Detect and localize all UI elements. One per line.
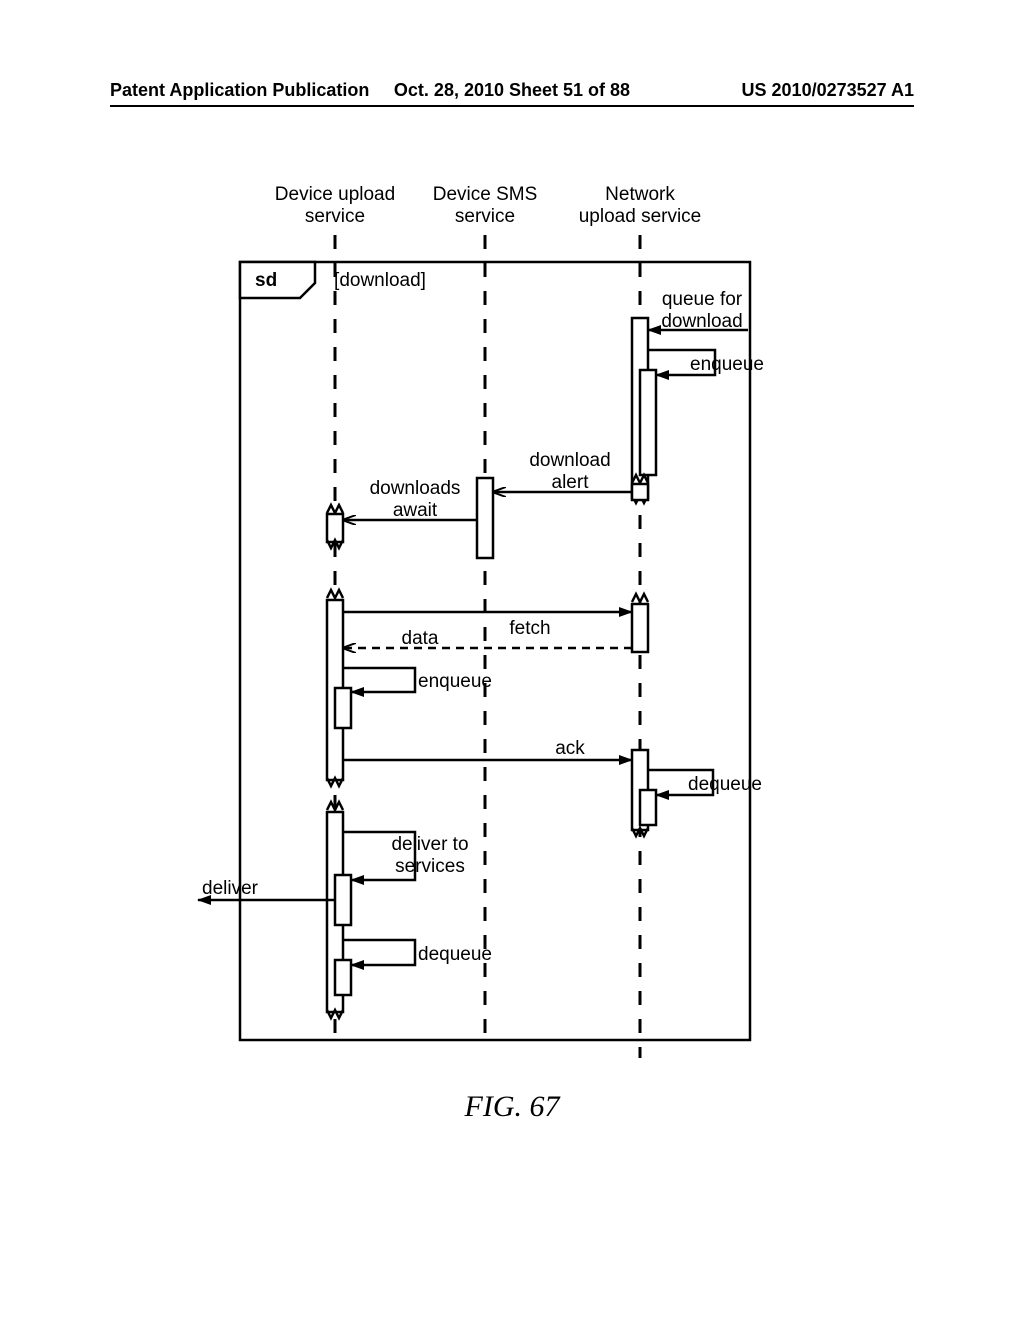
msg-download-alert-l2: alert bbox=[552, 472, 590, 493]
lifeline-device-sms-l2: service bbox=[455, 206, 515, 227]
header-mid: Oct. 28, 2010 Sheet 51 of 88 bbox=[378, 80, 646, 101]
activation-l3-c bbox=[632, 484, 648, 500]
msg-enqueue-l3-label: enqueue bbox=[690, 354, 764, 375]
msg-dequeue-l1-label: dequeue bbox=[418, 944, 492, 965]
lifeline-device-sms-l1: Device SMS bbox=[433, 184, 538, 205]
msg-fetch-label: fetch bbox=[509, 618, 550, 639]
msg-download-alert-l1: download bbox=[529, 450, 610, 471]
lifeline-network-upload-l1: Network bbox=[605, 184, 675, 205]
activation-l2-a bbox=[477, 478, 493, 558]
msg-dequeue-l3-label: dequeue bbox=[688, 774, 762, 795]
msg-data-label: data bbox=[402, 628, 439, 649]
header-right: US 2010/0273527 A1 bbox=[646, 80, 914, 101]
figure-caption: FIG. 67 bbox=[0, 1090, 1024, 1124]
activation-l3-d bbox=[632, 604, 648, 652]
msg-downloads-await-l1: downloads bbox=[370, 478, 461, 499]
sd-label: sd bbox=[255, 270, 277, 291]
msg-queue-for-download-label-l1: queue for bbox=[662, 289, 743, 310]
sd-frame bbox=[240, 262, 750, 1040]
activation-l3-b bbox=[640, 370, 656, 475]
msg-deliver-to-services-l2: services bbox=[395, 856, 465, 877]
activation-l3-f bbox=[640, 790, 656, 825]
activation-l1-c bbox=[335, 688, 351, 728]
msg-deliver-to-services-l1: deliver to bbox=[391, 834, 468, 855]
msg-queue-for-download-label-l2: download bbox=[661, 311, 742, 332]
activation-l1-f bbox=[335, 960, 351, 995]
lifeline-device-upload-l2: service bbox=[305, 206, 365, 227]
msg-enqueue-l1 bbox=[343, 668, 415, 692]
sequence-diagram: Device upload service Device SMS service… bbox=[120, 180, 820, 1060]
page: Patent Application Publication Oct. 28, … bbox=[0, 0, 1024, 1320]
msg-ack-label: ack bbox=[555, 738, 585, 759]
msg-downloads-await-l2: await bbox=[393, 500, 438, 521]
header-left: Patent Application Publication bbox=[110, 80, 378, 101]
msg-deliver-label: deliver bbox=[202, 878, 259, 899]
activation-l1-e bbox=[335, 875, 351, 925]
sd-tab bbox=[240, 262, 315, 298]
frame-guard: [download] bbox=[334, 270, 426, 291]
msg-dequeue-l1 bbox=[343, 940, 415, 965]
page-header: Patent Application Publication Oct. 28, … bbox=[110, 80, 914, 107]
lifeline-device-upload-l1: Device upload bbox=[275, 184, 395, 205]
msg-enqueue-l1-label: enqueue bbox=[418, 671, 492, 692]
lifeline-network-upload-l2: upload service bbox=[579, 206, 702, 227]
